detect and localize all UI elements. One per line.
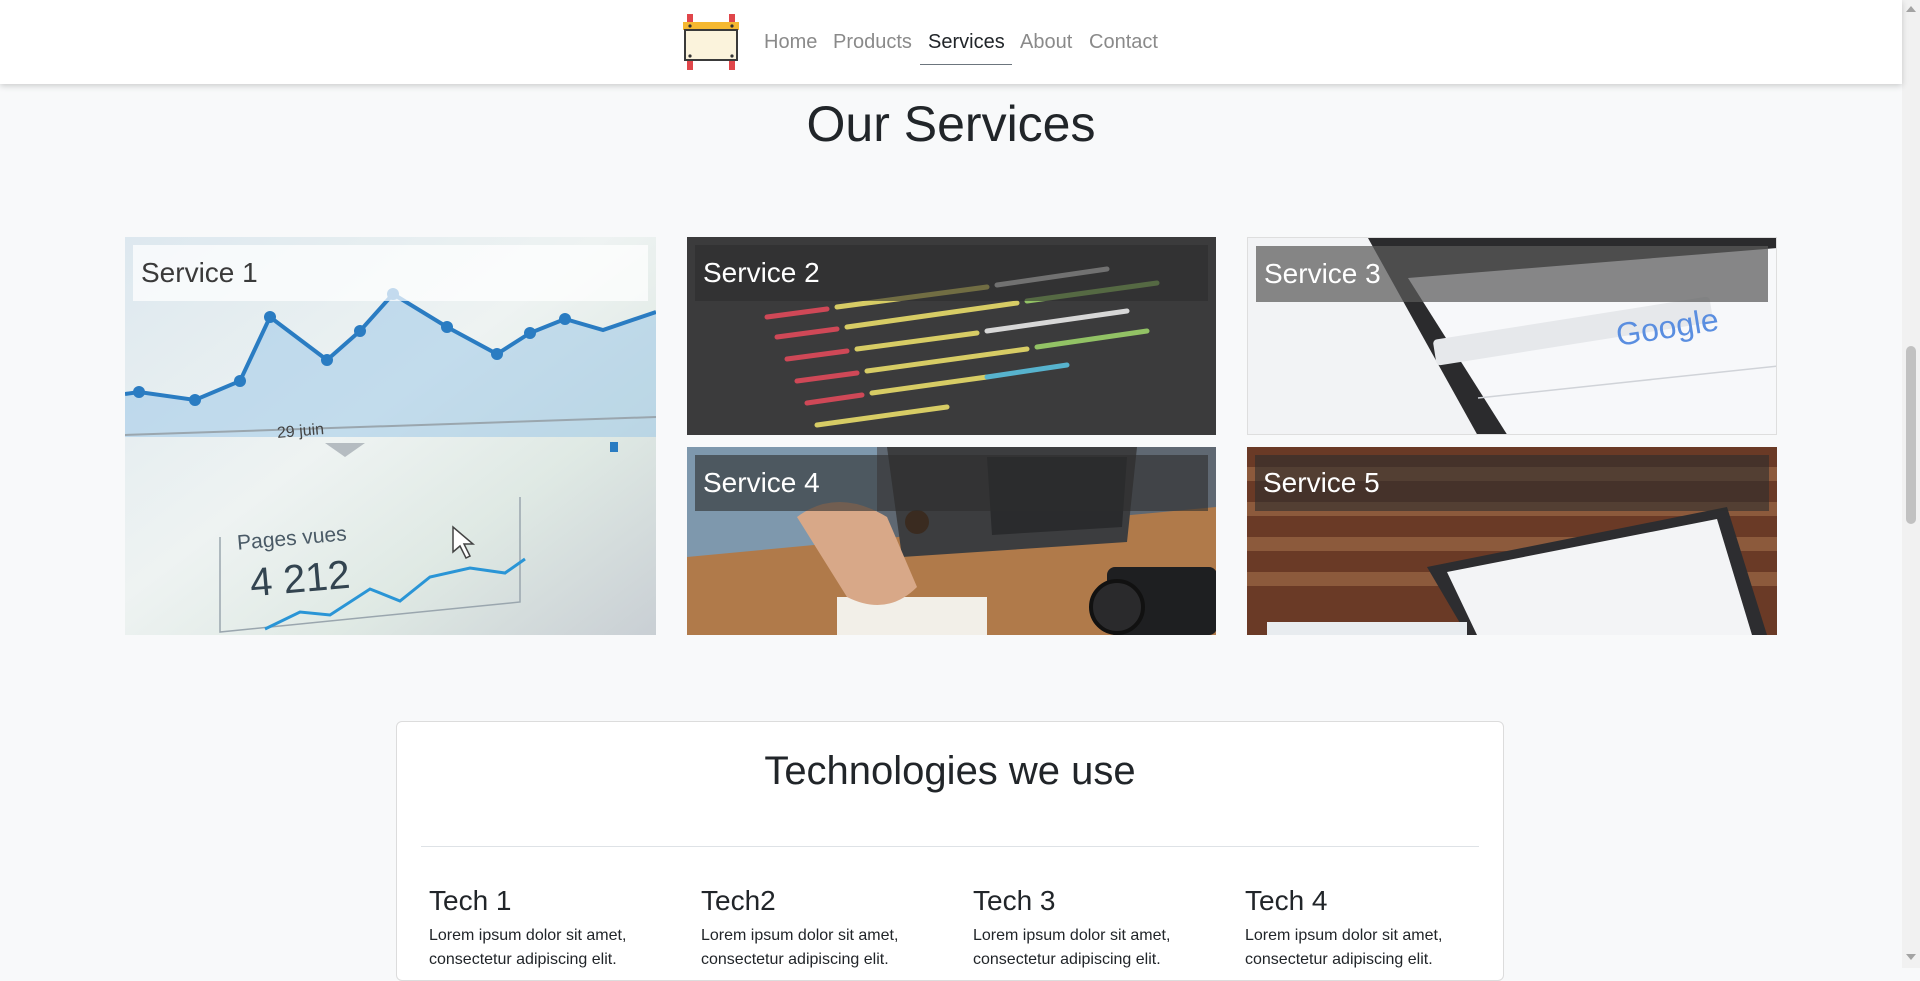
nav-about[interactable]: About — [1020, 30, 1072, 54]
nav-contact[interactable]: Contact — [1089, 30, 1158, 54]
tech-description: Lorem ipsum dolor sit amet, consectetur … — [1245, 927, 1443, 968]
tech-name: Tech 4 — [1245, 885, 1328, 916]
tech-description: Lorem ipsum dolor sit amet, consectetur … — [973, 927, 1171, 968]
tech-description: Lorem ipsum dolor sit amet, consectetur … — [701, 927, 899, 968]
technologies-divider — [421, 846, 1479, 847]
scrollbar-thumb[interactable] — [1906, 346, 1916, 524]
tech-name: Tech2 — [701, 885, 776, 916]
navbar: Home Products Services About Contact — [0, 0, 1902, 84]
service-2-card[interactable]: Service 2 — [687, 237, 1216, 435]
nav-home[interactable]: Home — [764, 30, 817, 54]
scroll-down-arrow-icon[interactable] — [1906, 954, 1916, 960]
tech-name: Tech 3 — [973, 885, 1056, 916]
services-title: Our Services — [806, 96, 1096, 152]
service-5-card[interactable]: Service 5 — [1247, 447, 1777, 635]
service-1-card[interactable]: Service 1 29 juin Pages vues 4 212 — [125, 237, 656, 635]
page-scrollbar[interactable] — [1902, 0, 1920, 968]
service-4-caption: Service 4 — [695, 455, 1208, 511]
nav-products[interactable]: Products — [833, 30, 912, 54]
technologies-card: Technologies we use Tech 1 Lorem ipsum d… — [396, 721, 1504, 981]
technologies-title: Technologies we use — [764, 749, 1136, 793]
service-3-card[interactable]: Google Service 3 — [1247, 237, 1777, 435]
pages-views-value: 4 212 — [248, 552, 352, 606]
service-1-caption: Service 1 — [133, 245, 648, 301]
tech-description: Lorem ipsum dolor sit amet, consectetur … — [429, 927, 627, 968]
service-4-card[interactable]: Service 4 — [687, 447, 1216, 635]
nav-active-underline — [920, 64, 1012, 65]
tech-item: Tech 3 Lorem ipsum dolor sit amet, conse… — [973, 884, 1223, 972]
tech-item: Tech 1 Lorem ipsum dolor sit amet, conse… — [429, 884, 679, 972]
tech-name: Tech 1 — [429, 885, 512, 916]
scroll-up-arrow-icon[interactable] — [1906, 6, 1916, 12]
service-3-caption: Service 3 — [1256, 246, 1768, 302]
service-2-caption: Service 2 — [695, 245, 1208, 301]
service-5-caption: Service 5 — [1255, 455, 1769, 511]
construction-sign-logo[interactable] — [681, 12, 741, 72]
tech-item: Tech2 Lorem ipsum dolor sit amet, consec… — [701, 884, 951, 972]
tech-item: Tech 4 Lorem ipsum dolor sit amet, conse… — [1245, 884, 1495, 972]
nav-services[interactable]: Services — [928, 30, 1005, 54]
